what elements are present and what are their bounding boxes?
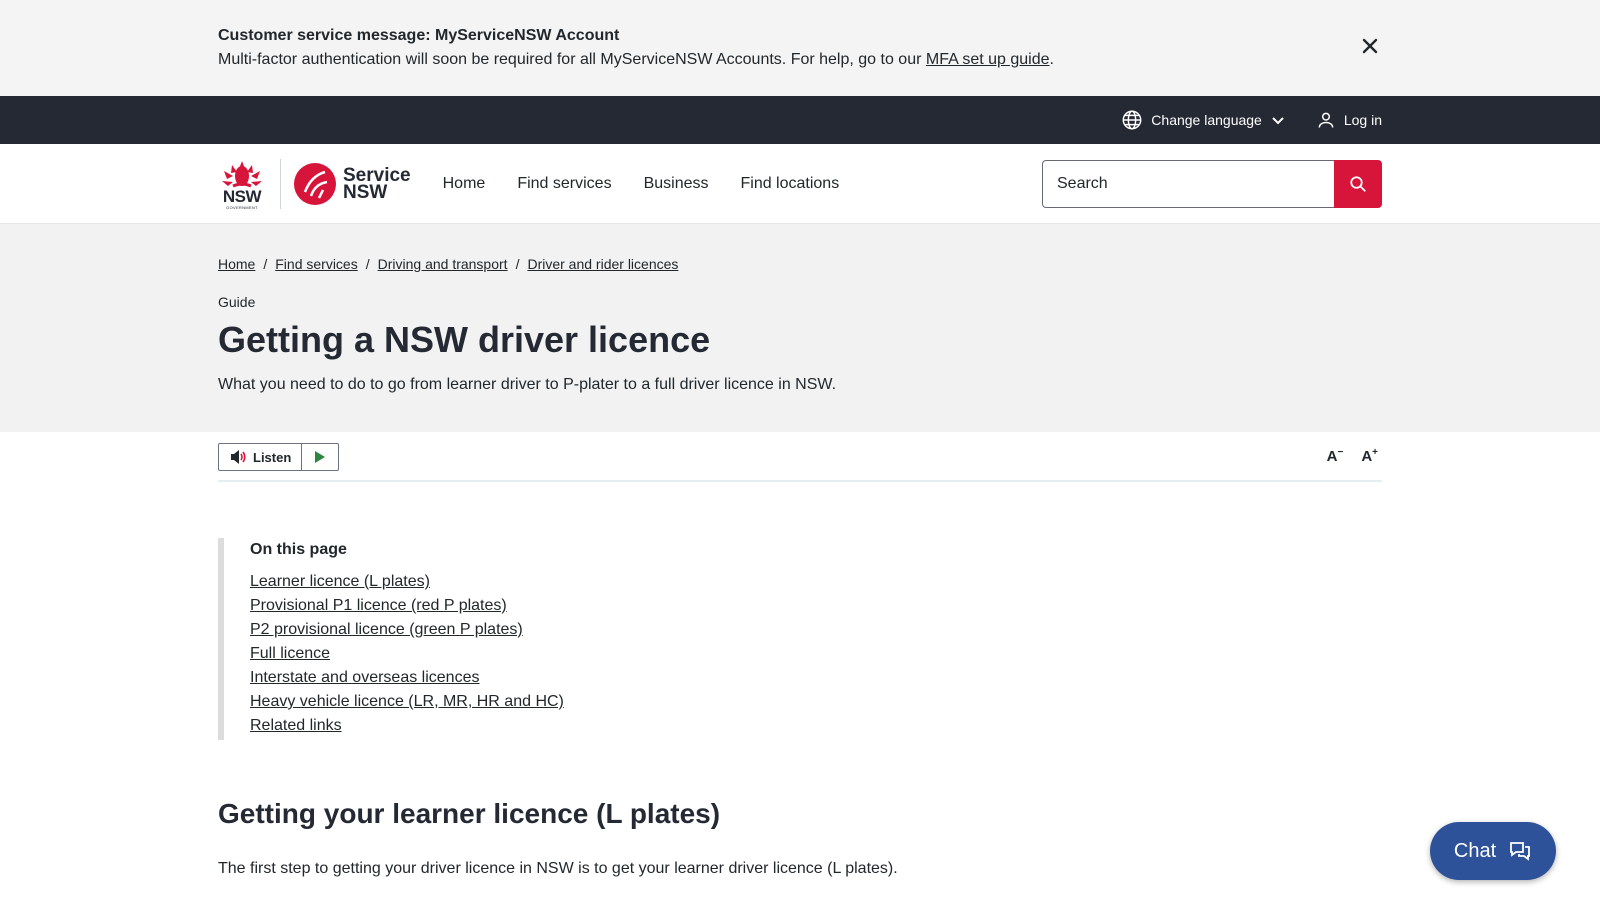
content-type-label: Guide [218,294,256,310]
minus-icon: − [1337,447,1344,458]
utility-bar: Change language Log in [0,96,1600,144]
alert-title-prefix: Customer service message [218,27,426,44]
listen-label: Listen [253,449,292,465]
mfa-guide-link[interactable]: MFA set up guide [926,51,1050,68]
breadcrumb: Home / Find services / Driving and trans… [218,256,1382,272]
breadcrumb-driving-transport[interactable]: Driving and transport [378,256,508,272]
alert-title-suffix: : MyServiceNSW Account [425,27,620,44]
list-item: Heavy vehicle licence (LR, MR, HR and HC… [250,690,1382,714]
increase-font-button[interactable]: A+ [1361,447,1378,465]
close-icon [1362,38,1378,54]
page-intro: What you need to do to go from learner d… [218,376,837,393]
alert-banner: Customer service message: MyServiceNSW A… [0,0,1600,96]
breadcrumb-home[interactable]: Home [218,256,255,272]
speaker-icon [231,450,246,464]
alert-body-end: . [1049,51,1054,68]
play-icon [315,451,326,463]
nav-find-services[interactable]: Find services [517,175,611,193]
decrease-font-button[interactable]: A− [1327,447,1344,465]
search-form [1042,160,1382,208]
logo-divider [280,159,281,209]
search-icon [1350,176,1366,192]
listen-button[interactable]: Listen [219,444,303,470]
font-size-controls: A− A+ [1327,447,1378,465]
nav-find-locations[interactable]: Find locations [740,175,839,193]
service-nsw-wordmark: Service NSW [293,162,411,206]
toc-link-learner[interactable]: Learner licence (L plates) [250,573,430,590]
log-in-button[interactable]: Log in [1316,110,1382,130]
toc-link-related[interactable]: Related links [250,717,342,734]
chat-label: Chat [1453,839,1497,862]
change-language-label: Change language [1151,112,1262,128]
list-item: Provisional P1 licence (red P plates) [250,594,1382,618]
service-nsw-text: Service NSW [343,166,411,203]
user-icon [1318,112,1334,128]
toc-link-p1[interactable]: Provisional P1 licence (red P plates) [250,597,507,614]
search-button[interactable] [1334,160,1382,208]
plus-icon: + [1372,447,1378,458]
service-nsw-logo[interactable]: NSW GOVERNMENT Service NSW [218,156,411,212]
service-nsw-subtext: NSW [343,182,388,203]
waratah-icon [222,161,262,188]
globe-icon [1122,110,1142,130]
nav-business[interactable]: Business [644,175,709,193]
page-tools: Listen A− A+ [218,432,1382,482]
list-item: Interstate and overseas licences [250,666,1382,690]
listen-control: Listen [218,443,340,471]
service-nsw-emblem-icon [294,163,336,205]
list-item: Learner licence (L plates) [250,570,1382,594]
toc-link-p2[interactable]: P2 provisional licence (green P plates) [250,621,523,638]
alert-body: Multi-factor authentication will soon be… [218,50,1382,70]
toc-link-interstate[interactable]: Interstate and overseas licences [250,669,479,686]
alert-title: Customer service message: MyServiceNSW A… [218,26,1382,46]
main-nav: Home Find services Business Find locatio… [443,175,840,193]
main-content: Listen A− A+ On this page Learner licenc… [218,432,1382,878]
breadcrumb-separator: / [515,256,520,272]
page-title: Getting a NSW driver licence [218,319,711,360]
log-in-label: Log in [1343,112,1382,128]
site-header: NSW GOVERNMENT Service NSW Home Find ser… [0,144,1600,224]
breadcrumb-driver-rider-licences[interactable]: Driver and rider licences [527,256,678,272]
section-body: The first step to getting your driver li… [218,860,898,877]
nsw-government-logo: NSW GOVERNMENT [218,158,266,210]
increase-font-label: A [1361,448,1373,465]
page-hero: Home / Find services / Driving and trans… [0,224,1600,432]
toc-title: On this page [250,541,347,558]
section-heading: Getting your learner licence (L plates) [218,798,721,829]
close-alert-button[interactable] [1358,34,1382,58]
play-button[interactable] [302,444,338,470]
toc-list: Learner licence (L plates) Provisional P… [250,570,1382,738]
list-item: Related links [250,714,1382,738]
change-language-button[interactable]: Change language [1121,109,1286,131]
toc-link-heavy-vehicle[interactable]: Heavy vehicle licence (LR, MR, HR and HC… [250,693,564,710]
breadcrumb-find-services[interactable]: Find services [275,256,357,272]
chat-button[interactable]: Chat [1430,822,1556,880]
list-item: P2 provisional licence (green P plates) [250,618,1382,642]
on-this-page: On this page Learner licence (L plates) … [218,538,1382,740]
breadcrumb-separator: / [365,256,370,272]
toc-link-full[interactable]: Full licence [250,645,330,662]
government-logo-text: GOVERNMENT [226,205,258,210]
alert-body-text: Multi-factor authentication will soon be… [218,51,926,68]
chevron-down-icon [1272,117,1284,125]
nsw-logo-text: NSW [222,187,262,206]
search-input[interactable] [1042,160,1334,208]
list-item: Full licence [250,642,1382,666]
decrease-font-label: A [1326,448,1338,465]
breadcrumb-separator: / [263,256,268,272]
nav-home[interactable]: Home [443,175,486,193]
chat-bubbles-icon [1510,842,1531,861]
